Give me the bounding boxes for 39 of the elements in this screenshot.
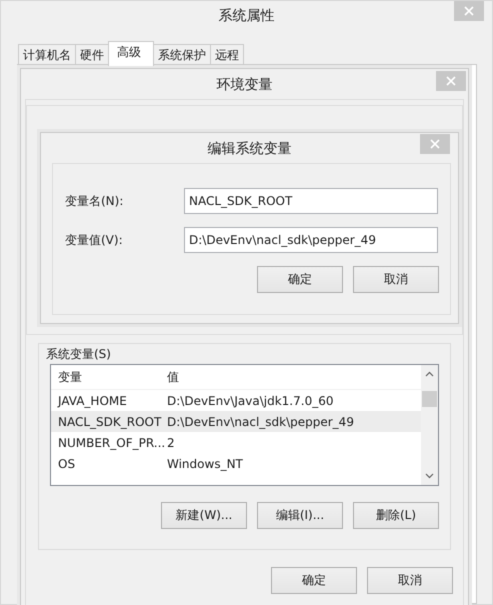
table-cell: Windows_NT [167, 456, 243, 470]
table-cell-text: NUMBER_OF_PR... [57, 436, 166, 450]
tab[interactable]: 高级 [108, 41, 154, 66]
group-label: 系统变量(S) [46, 346, 111, 363]
close-icon [430, 139, 440, 149]
dialog-button[interactable]: 确定 [257, 266, 343, 293]
close-button[interactable] [436, 71, 466, 91]
dialog-button[interactable]: 取消 [367, 567, 453, 594]
close-icon [464, 6, 474, 16]
dialog-button[interactable]: 取消 [353, 266, 439, 293]
list-row[interactable]: NACL_SDK_ROOT D:\DevEnv\nacl_sdk\pepper_49 [51, 411, 421, 432]
close-button[interactable] [420, 134, 450, 154]
action-button[interactable]: 新建(W)... [161, 502, 247, 529]
window-title: 环境变量 [216, 76, 272, 94]
scrollbar-thumb[interactable] [422, 391, 437, 407]
tab[interactable]: 远程 [210, 44, 244, 66]
column-header[interactable]: 值 [167, 368, 179, 386]
action-button[interactable]: 删除(L) [353, 502, 439, 529]
table-cell: D:\DevEnv\Java\jdk1.7.0_60 [167, 394, 334, 408]
input-field[interactable]: D:\DevEnv\nacl_sdk\pepper_49 [184, 227, 438, 253]
table-cell: 2 [167, 436, 175, 450]
window-title: 系统属性 [218, 7, 274, 25]
input-field[interactable]: NACL_SDK_ROOT [184, 188, 438, 214]
scrollbar[interactable] [421, 365, 438, 485]
field-label: 变量名(N): [65, 192, 124, 210]
list-row[interactable]: NUMBER_OF_PR...2 [51, 432, 421, 453]
table-cell: D:\DevEnv\nacl_sdk\pepper_49 [167, 414, 354, 428]
close-button[interactable] [454, 1, 484, 21]
list-row[interactable]: OS Windows_NT [51, 453, 421, 474]
field-label: 变量值(V): [65, 232, 124, 248]
dialog-button[interactable]: 确定 [271, 567, 357, 594]
column-header[interactable]: 变量 [51, 368, 167, 386]
table-cell-text: OS [57, 456, 76, 470]
table-cell-text: JAVA_HOME [56, 394, 128, 408]
table-cell-text: NACL_SDK_ROOT [57, 414, 162, 428]
action-button[interactable]: 编辑(I)... [257, 502, 343, 529]
window-title: 编辑系统变量 [208, 140, 292, 158]
list-row[interactable]: JAVA_HOME D:\DevEnv\Java\jdk1.7.0_60 [51, 390, 421, 411]
close-icon [446, 76, 456, 86]
